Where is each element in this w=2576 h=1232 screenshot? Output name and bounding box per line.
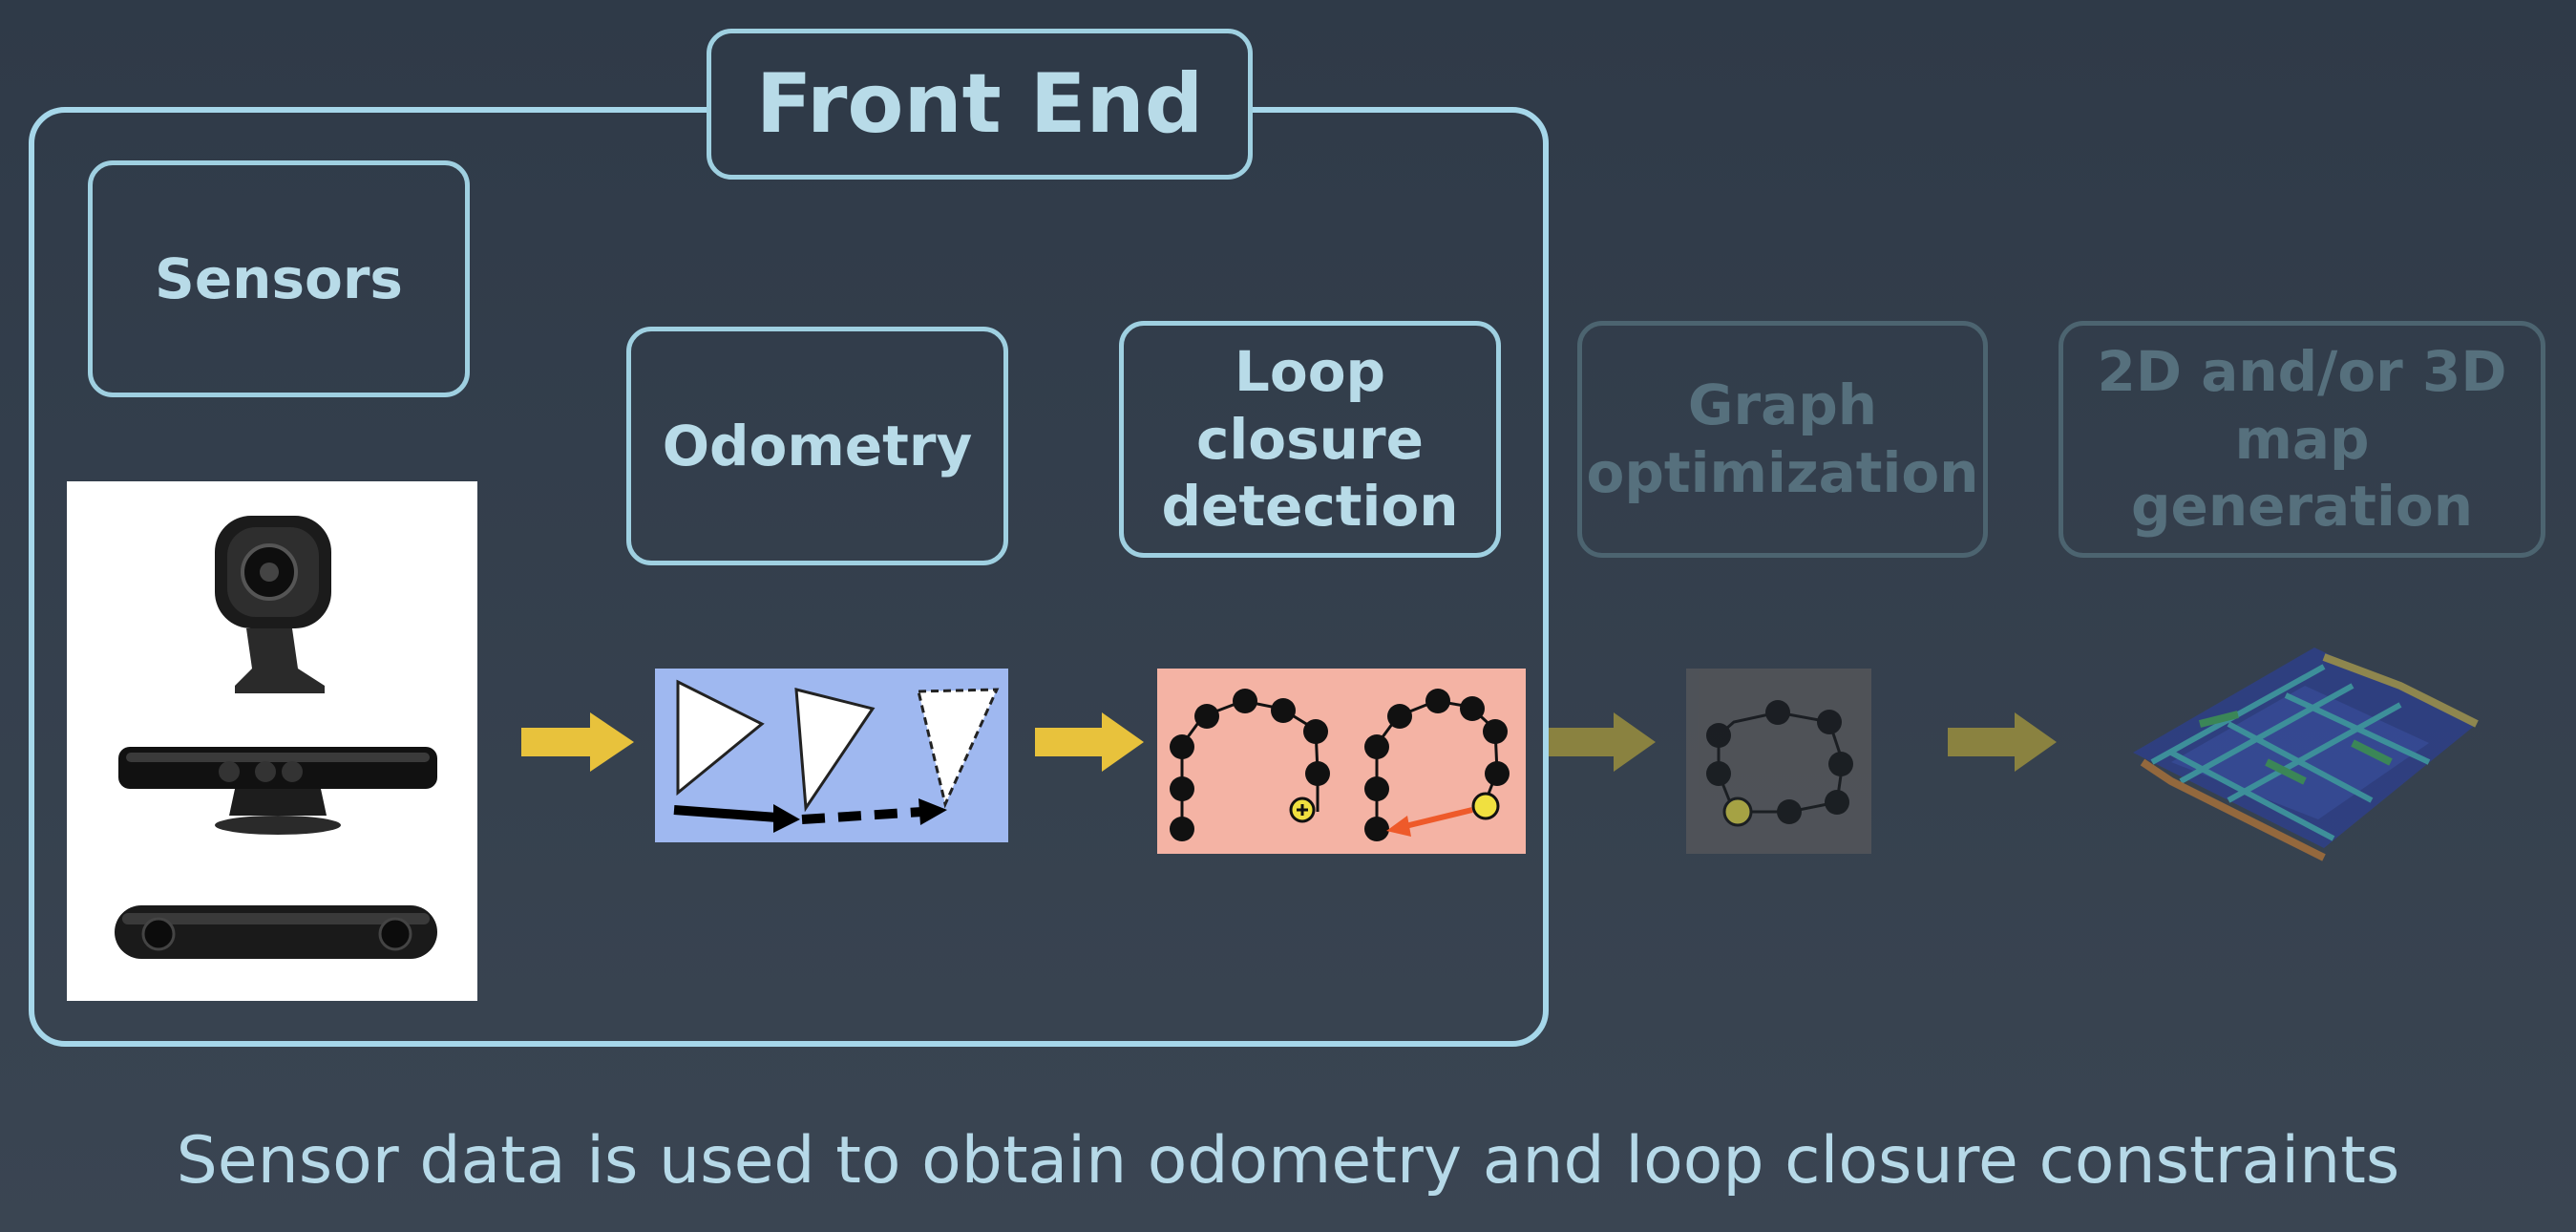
arrow-loop-to-graph — [1549, 712, 1656, 772]
sensors-box: Sensors — [88, 160, 470, 397]
odometry-illustration — [655, 669, 1008, 842]
odometry-box: Odometry — [626, 327, 1008, 565]
caption: Sensor data is used to obtain odometry a… — [176, 1123, 2400, 1199]
map-generation-box: 2D and/or 3D map generation — [2059, 321, 2545, 558]
map-3d-illustration — [2114, 619, 2488, 903]
graph-optimization-box: Graph optimization — [1577, 321, 1988, 558]
kinect-sensor-icon — [118, 747, 437, 835]
loop-closure-box: Loop closure detection — [1119, 321, 1501, 558]
arrow-sensors-to-odometry — [521, 712, 634, 772]
front-end-title: Front End — [707, 29, 1253, 180]
arrow-odometry-to-loop — [1035, 712, 1144, 772]
webcam-icon — [215, 516, 331, 693]
graph-optimization-illustration — [1686, 669, 1871, 854]
zed-stereo-camera-icon — [115, 905, 437, 959]
loop-closure-illustration — [1157, 669, 1526, 854]
sensors-image — [67, 481, 477, 1001]
arrow-graph-to-map — [1948, 712, 2057, 772]
